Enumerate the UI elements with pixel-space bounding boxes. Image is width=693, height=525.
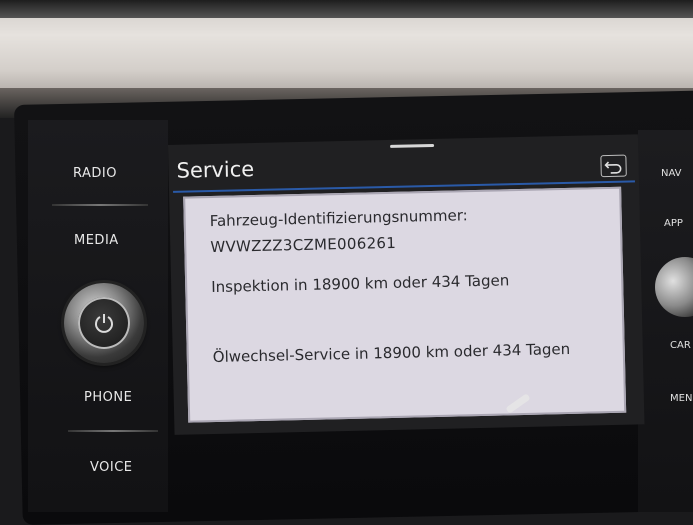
volume-power-knob[interactable]	[64, 283, 144, 363]
power-icon	[95, 314, 113, 333]
vin-value: WVWZZZ3CZME006261	[210, 233, 397, 257]
rail-divider-bottom	[68, 430, 158, 432]
swipe-handle[interactable]	[390, 143, 435, 148]
inspection-info: Inspektion in 18900 km oder 434 Tagen	[211, 271, 510, 297]
page-title: Service	[176, 157, 255, 183]
voice-button[interactable]: VOICE	[90, 460, 133, 475]
rail-divider-top	[52, 204, 148, 206]
dashboard-seam	[0, 0, 693, 18]
right-button-rail	[638, 130, 693, 512]
service-info-panel: Fahrzeug-Identifizierungsnummer: WVWZZZ3…	[183, 186, 627, 423]
back-button[interactable]	[600, 154, 627, 178]
car-button[interactable]: CAR	[670, 340, 691, 351]
oil-service-info: Ölwechsel-Service in 18900 km oder 434 T…	[212, 339, 571, 367]
infotainment-display: Service Fahrzeug-Identifizierungsnummer:…	[168, 134, 645, 435]
nav-button[interactable]: NAV	[661, 168, 682, 179]
vin-label: Fahrzeug-Identifizierungsnummer:	[209, 206, 468, 231]
back-arrow-icon	[604, 161, 622, 174]
app-button[interactable]: APP	[664, 218, 683, 229]
knob-cap	[78, 297, 130, 349]
phone-button[interactable]: PHONE	[84, 390, 132, 405]
radio-button[interactable]: RADIO	[73, 166, 117, 181]
media-button[interactable]: MEDIA	[74, 233, 119, 248]
menu-button[interactable]: MEN	[670, 393, 692, 404]
